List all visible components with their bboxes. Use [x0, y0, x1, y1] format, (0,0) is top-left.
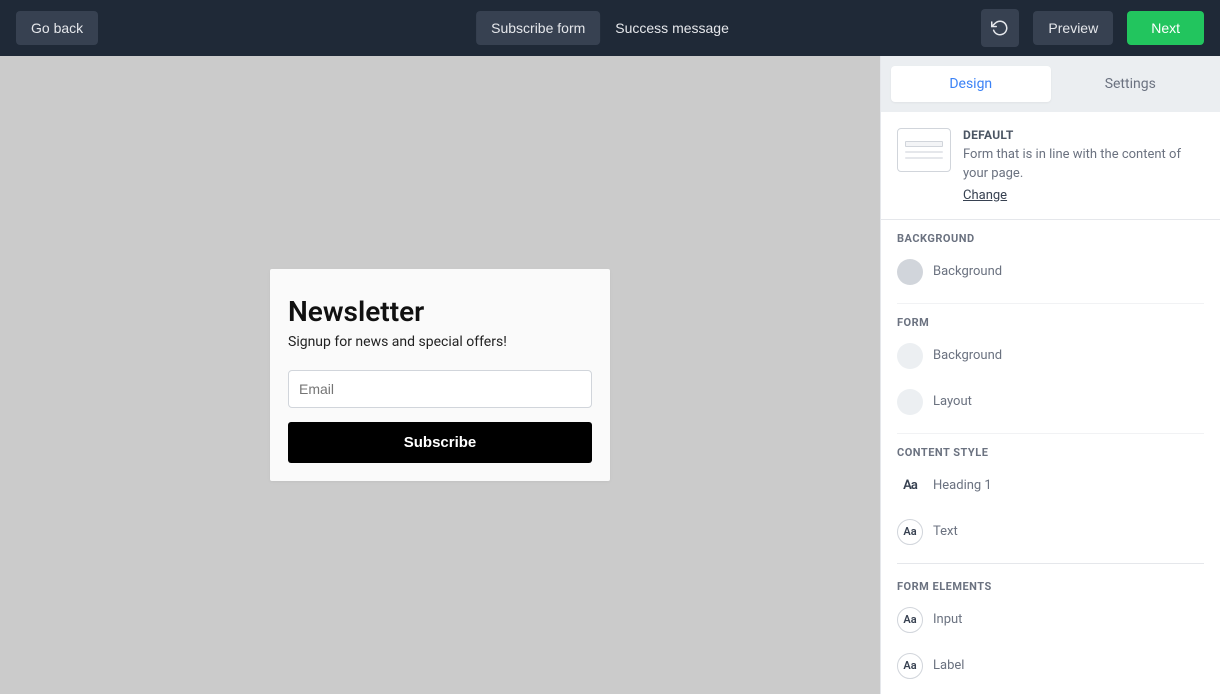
option-form-layout[interactable]: Layout [897, 385, 1045, 419]
default-desc: Form that is in line with the content of… [963, 146, 1204, 184]
option-label: Text [933, 524, 958, 539]
color-swatch-icon [897, 343, 923, 369]
newsletter-form-card[interactable]: Newsletter Signup for news and special o… [270, 269, 610, 481]
form-subtitle[interactable]: Signup for news and special offers! [288, 334, 592, 350]
typography-icon: Aa [897, 607, 923, 633]
option-page-background[interactable]: Background [897, 255, 1045, 289]
option-form-background[interactable]: Background [897, 339, 1045, 373]
typography-icon: Aa [897, 519, 923, 545]
default-label: DEFAULT [963, 128, 1204, 142]
option-label-field[interactable]: Aa Label [897, 649, 1045, 683]
main-area: Newsletter Signup for news and special o… [0, 56, 1220, 694]
option-label: Input [933, 612, 962, 627]
change-template-link[interactable]: Change [963, 188, 1007, 203]
option-label: Heading 1 [933, 478, 992, 493]
option-label: Background [933, 348, 1002, 363]
typography-icon: Aa [897, 653, 923, 679]
heading-background: BACKGROUND [897, 232, 1204, 245]
form-title[interactable]: Newsletter [288, 295, 592, 328]
history-icon [991, 19, 1009, 37]
history-button[interactable] [981, 9, 1019, 47]
sidebar-tabs-wrap: Design Settings [881, 56, 1220, 112]
heading-content-style: CONTENT STYLE [897, 446, 1204, 459]
default-template-section: DEFAULT Form that is in line with the co… [881, 112, 1220, 220]
sidebar-tab-settings[interactable]: Settings [1051, 66, 1211, 102]
layout-swatch-icon [897, 389, 923, 415]
option-label: Background [933, 264, 1002, 279]
heading-form-elements: FORM ELEMENTS [897, 580, 1204, 593]
email-input[interactable] [288, 370, 592, 408]
tab-subscribe-form[interactable]: Subscribe form [476, 11, 600, 45]
option-heading-1[interactable]: Aa Heading 1 [897, 469, 1045, 503]
next-button[interactable]: Next [1127, 11, 1204, 45]
option-label: Layout [933, 394, 972, 409]
subscribe-button[interactable]: Subscribe [288, 422, 592, 463]
section-form-elements: FORM ELEMENTS Aa Input Aa Label Aa Check… [881, 568, 1220, 694]
sidebar-tab-design[interactable]: Design [891, 66, 1051, 102]
header-bar: Go back Subscribe form Success message P… [0, 0, 1220, 56]
canvas: Newsletter Signup for news and special o… [0, 56, 880, 694]
heading-form: FORM [897, 316, 1204, 329]
preview-button[interactable]: Preview [1033, 11, 1113, 45]
option-text[interactable]: Aa Text [897, 515, 1045, 549]
section-background: BACKGROUND Background FORM Background La… [881, 220, 1220, 568]
design-sidebar: Design Settings DEFAULT Form that is in … [880, 56, 1220, 694]
typography-icon: Aa [897, 473, 923, 499]
go-back-button[interactable]: Go back [16, 11, 98, 45]
default-template-thumb [897, 128, 951, 172]
option-input[interactable]: Aa Input [897, 603, 1045, 637]
header-center-tabs: Subscribe form Success message [476, 11, 744, 45]
color-swatch-icon [897, 259, 923, 285]
option-label: Label [933, 658, 964, 673]
tab-success-message[interactable]: Success message [600, 11, 744, 45]
